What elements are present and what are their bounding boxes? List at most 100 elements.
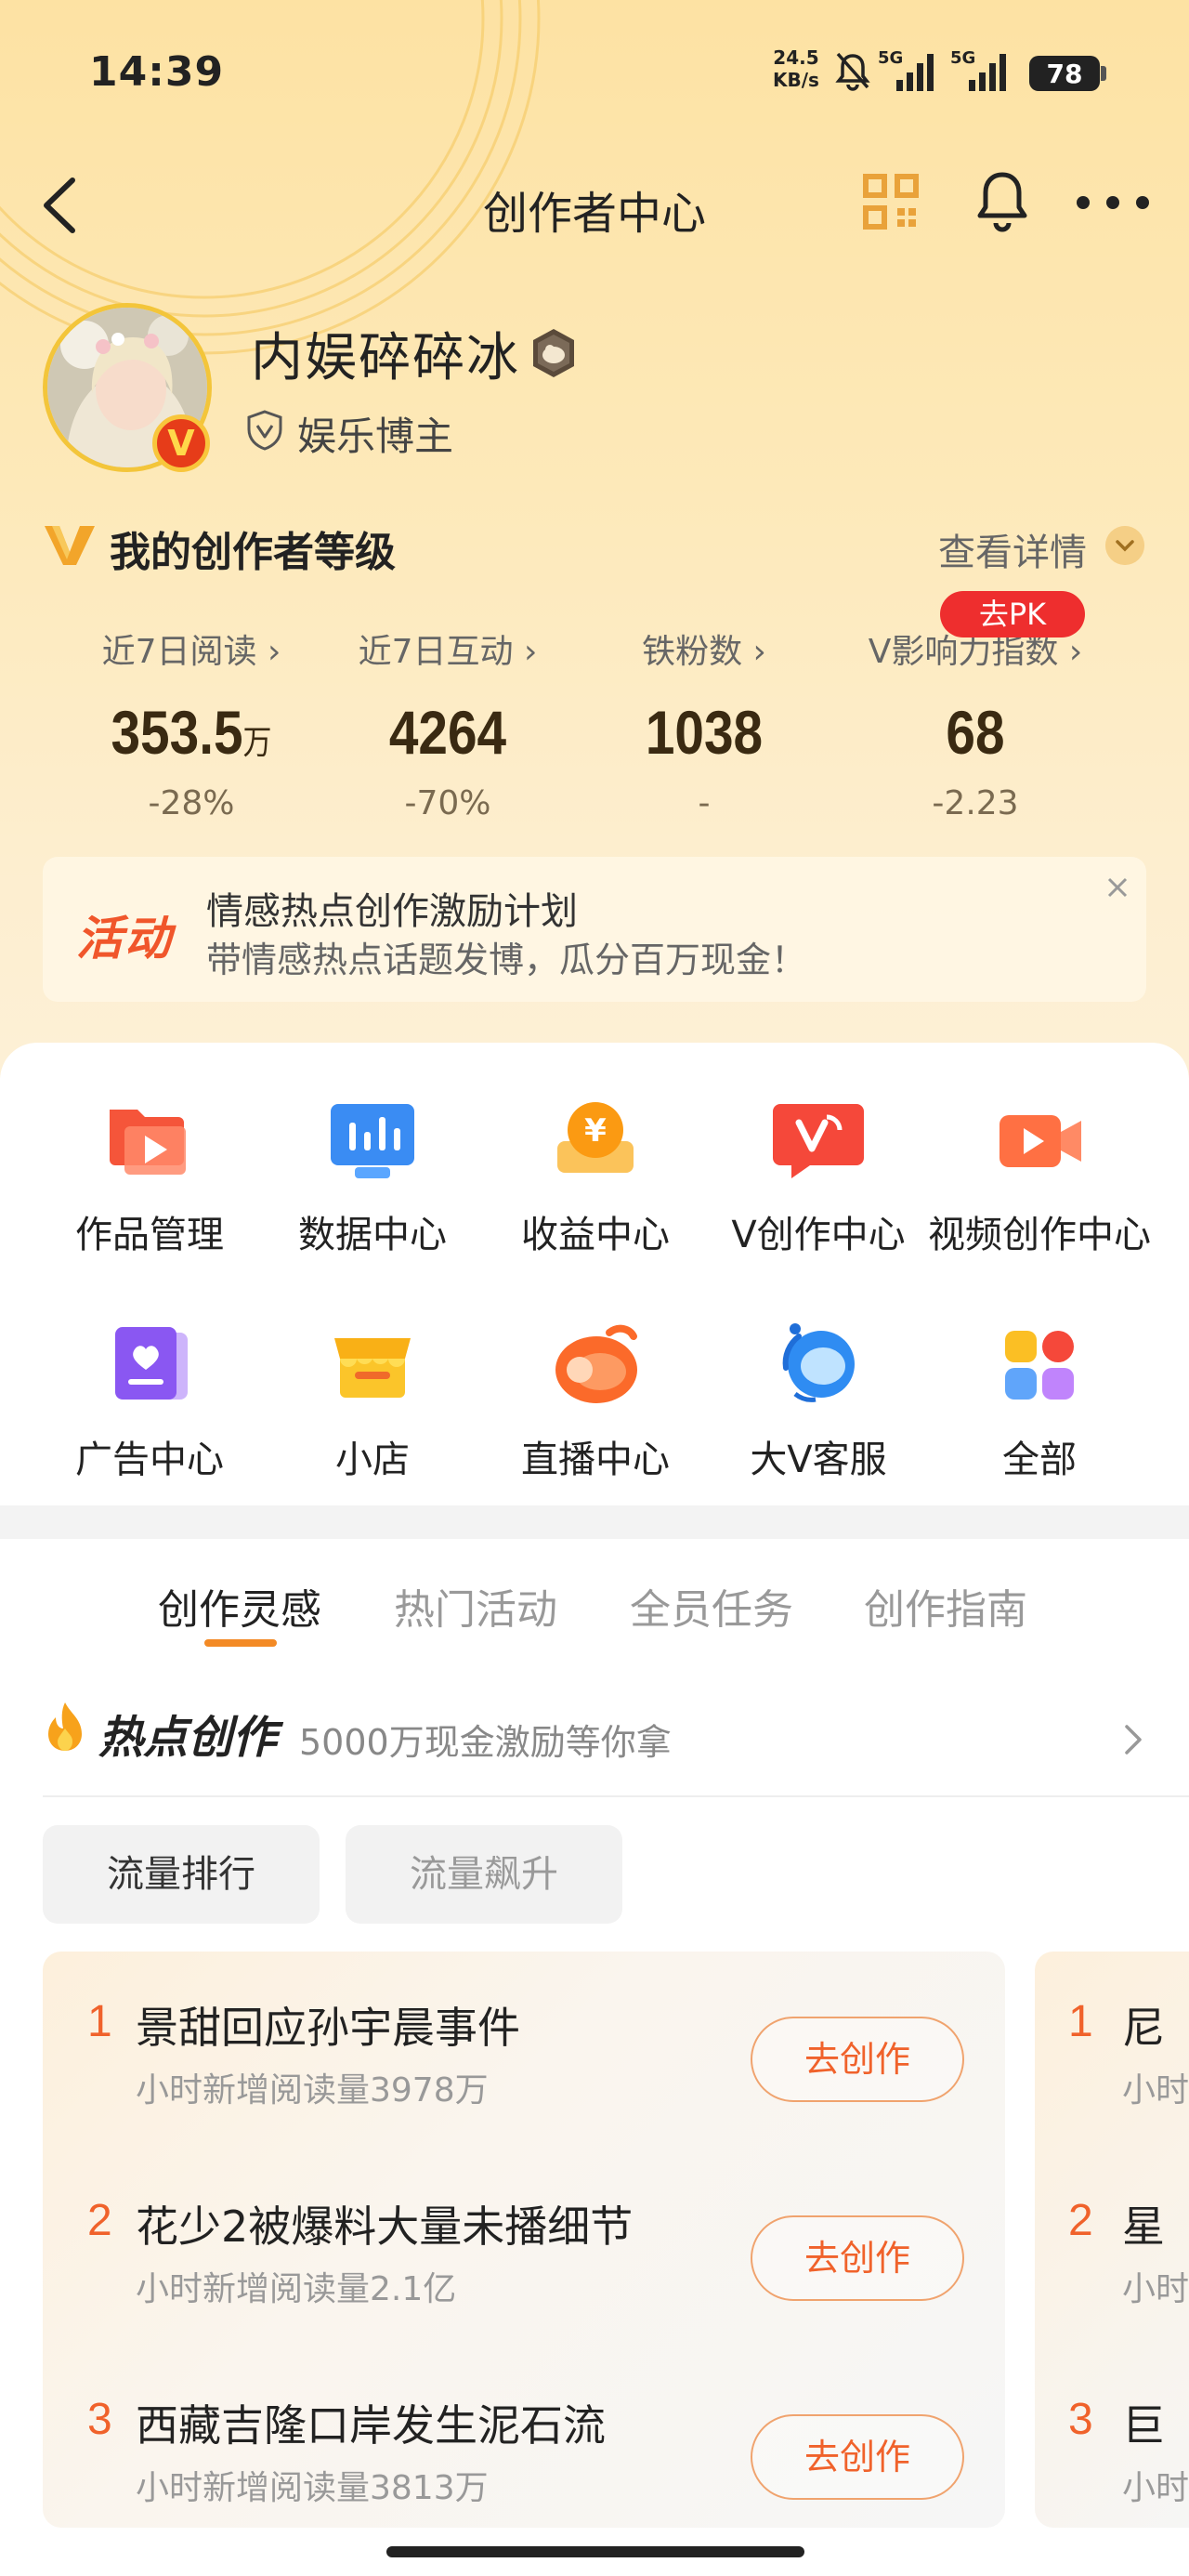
stat-weekly-reads[interactable]: 近7日阅读 › 353.5万 -28% — [80, 624, 303, 822]
stat-label: 近7日互动 › — [358, 633, 538, 671]
view-details-link[interactable]: 查看详情 — [938, 522, 1087, 576]
activity-banner[interactable]: 活动 情感热点创作激励计划 带情感热点话题发博，瓜分百万现金！ — [43, 857, 1146, 1002]
stat-label: 铁粉数 › — [642, 633, 766, 671]
rank-number: 2 — [1068, 2196, 1093, 2245]
network-speed: 24.5 KB/s — [773, 46, 819, 91]
chevron-right-icon[interactable] — [1122, 1721, 1144, 1758]
tool-label: 广告中心 — [75, 1439, 224, 1481]
hot-creation-title: 热点创作 — [98, 1712, 278, 1764]
grid-apps-icon — [1005, 1331, 1074, 1400]
status-bar: 14:39 24.5 KB/s 5G 5G 78 — [0, 0, 1189, 149]
go-create-button[interactable]: 去创作 — [751, 2414, 964, 2500]
signal-strength-icon: 5G — [878, 48, 943, 95]
tool-label: V创作中心 — [731, 1214, 906, 1256]
rank-stat: 小时新增阅读量3813万 — [136, 2469, 489, 2507]
folder-play-icon — [110, 1110, 186, 1175]
tab-hot-activities[interactable]: 热门活动 — [394, 1576, 557, 1636]
go-create-button[interactable]: 去创作 — [751, 2215, 964, 2301]
rank-title: 花少2被爆料大量未播细节 — [136, 2201, 634, 2252]
stat-change: - — [698, 784, 711, 822]
stat-iron-fans[interactable]: 铁粉数 › 1038 - — [593, 624, 816, 822]
rank-stat: 小时新增阅读量2.1亿 — [136, 2270, 457, 2308]
tool-all[interactable]: 全部 — [923, 1314, 1156, 1483]
fire-icon — [48, 1702, 82, 1751]
tool-label: 视频创作中心 — [928, 1214, 1151, 1256]
filter-traffic-surge[interactable]: 流量飙升 — [346, 1825, 622, 1924]
verified-badge: V — [152, 414, 210, 472]
nav-bar: 创作者中心 — [0, 149, 1189, 260]
chevron-down-icon[interactable] — [1105, 526, 1144, 565]
rank-number: 3 — [87, 2395, 112, 2444]
tool-live-center[interactable]: 直播中心 — [479, 1314, 712, 1483]
rank-number: 1 — [1068, 1997, 1093, 2046]
rank-title: 西藏吉隆口岸发生泥石流 — [136, 2400, 606, 2451]
stat-change: -2.23 — [932, 784, 1019, 822]
rank-title: 景甜回应孙宇晨事件 — [136, 2003, 520, 2053]
rank-number: 2 — [87, 2196, 112, 2245]
banner-title: 情感热点创作激励计划 — [206, 890, 578, 933]
creator-level-title: 我的创作者等级 — [110, 529, 396, 576]
rank-title: 尼 — [1122, 2003, 1165, 2053]
ranking-item[interactable]: 1 景甜回应孙宇晨事件 小时新增阅读量3978万 去创作 — [43, 1952, 1005, 2137]
rank-stat: 小时 — [1122, 2469, 1189, 2507]
svg-text:¥: ¥ — [584, 1112, 607, 1150]
ranking-item[interactable]: 2 花少2被爆料大量未播细节 小时新增阅读量2.1亿 去创作 — [43, 2150, 1005, 2336]
close-icon[interactable] — [1102, 872, 1133, 903]
section-gap — [0, 1505, 1189, 1539]
notification-bell-icon[interactable] — [973, 169, 1031, 234]
tool-label: 大V客服 — [750, 1439, 887, 1481]
ranking-card-next[interactable]: 1 尼 小时 2 星 小时 3 巨 小时 — [1035, 1952, 1189, 2528]
creator-level-v-icon — [45, 526, 95, 565]
tool-label: 收益中心 — [521, 1214, 670, 1256]
tool-ad-center[interactable]: 广告中心 — [33, 1314, 266, 1483]
battery-tip — [1101, 66, 1106, 81]
active-tab-indicator — [204, 1639, 277, 1647]
tab-all-tasks[interactable]: 全员任务 — [630, 1576, 793, 1636]
stat-value: 4264 — [388, 698, 507, 767]
chart-screen-icon — [331, 1104, 414, 1178]
ranking-item[interactable]: 3 巨 小时 — [1035, 2349, 1189, 2528]
qr-code-icon[interactable] — [862, 173, 920, 230]
ranking-item[interactable]: 2 星 小时 — [1035, 2150, 1189, 2336]
tool-label: 直播中心 — [521, 1439, 670, 1481]
tool-video-creation-center[interactable]: 视频创作中心 — [923, 1089, 1156, 1258]
ranking-item[interactable]: 1 尼 小时 — [1035, 1952, 1189, 2137]
rank-number: 1 — [87, 1997, 112, 2046]
username: 内娱碎碎冰 — [251, 328, 520, 388]
ranking-item[interactable]: 3 西藏吉隆口岸发生泥石流 小时新增阅读量3813万 去创作 — [43, 2349, 1005, 2535]
home-indicator[interactable] — [386, 2546, 804, 2557]
tool-data-center[interactable]: 数据中心 — [256, 1089, 489, 1258]
network-speed-value: 24.5 — [773, 46, 819, 69]
mute-bell-icon — [835, 52, 870, 91]
tab-creation-guide[interactable]: 创作指南 — [864, 1576, 1027, 1636]
content-tabs: 创作灵感 热门活动 全员任务 创作指南 — [0, 1539, 1189, 1650]
shield-icon — [247, 410, 282, 451]
tool-works-management[interactable]: 作品管理 — [33, 1089, 266, 1258]
rank-title: 星 — [1122, 2201, 1165, 2252]
tab-creation-inspiration[interactable]: 创作灵感 — [158, 1576, 321, 1636]
battery-icon: 78 — [1029, 56, 1100, 91]
stat-value: 68 — [946, 698, 1005, 767]
ranking-card: 1 景甜回应孙宇晨事件 小时新增阅读量3978万 去创作 2 花少2被爆料大量未… — [43, 1952, 1005, 2528]
banner-subtitle: 带情感热点话题发博，瓜分百万现金！ — [206, 940, 807, 980]
tool-big-v-support[interactable]: 大V客服 — [702, 1314, 934, 1483]
user-category-tag: 娱乐博主 — [297, 414, 454, 459]
hot-creation-subtitle[interactable]: 5000万现金激励等你拿 — [299, 1714, 672, 1765]
more-options-icon[interactable] — [1076, 195, 1150, 210]
stat-v-influence[interactable]: V影响力指数 › 68 -2.23 — [836, 624, 1115, 822]
pk-badge[interactable]: 去PK — [940, 591, 1085, 637]
tool-revenue-center[interactable]: ¥ 收益中心 — [479, 1089, 712, 1258]
activity-badge: 活动 — [76, 912, 173, 966]
stat-change: -28% — [148, 784, 235, 822]
stat-value: 353.5万 — [111, 698, 272, 767]
go-create-button[interactable]: 去创作 — [751, 2017, 964, 2102]
stat-weekly-interactions[interactable]: 近7日互动 › 4264 -70% — [336, 624, 559, 822]
stat-label: 近7日阅读 › — [101, 633, 281, 671]
tool-v-creation-center[interactable]: V创作中心 — [702, 1089, 934, 1258]
filter-traffic-ranking[interactable]: 流量排行 — [43, 1825, 320, 1924]
rank-title: 巨 — [1122, 2400, 1165, 2451]
video-camera-icon — [1000, 1115, 1081, 1167]
tool-shop[interactable]: 小店 — [256, 1314, 489, 1483]
level-medal-icon[interactable] — [529, 327, 578, 379]
network-speed-unit: KB/s — [773, 69, 819, 91]
